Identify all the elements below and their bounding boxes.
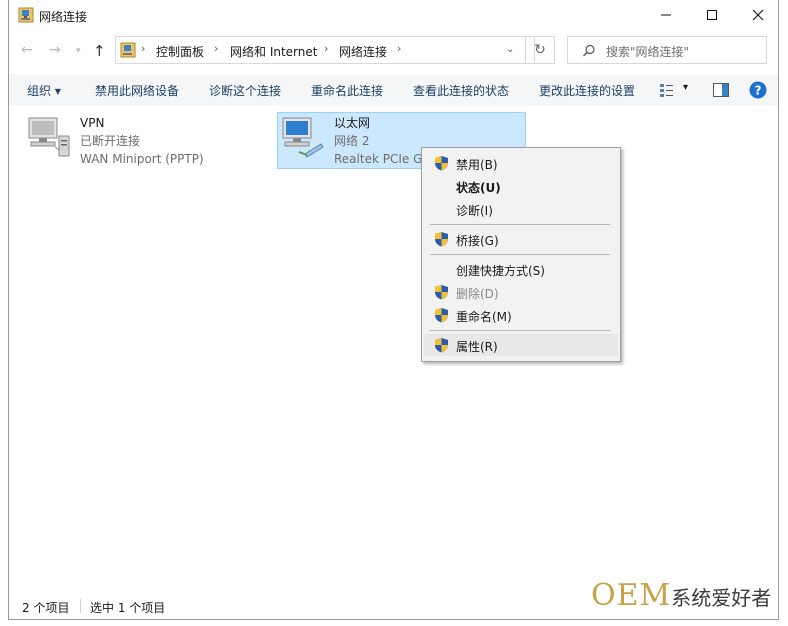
uac-shield-icon xyxy=(435,308,448,323)
menu-item-create-shortcut[interactable]: 创建快捷方式(S) xyxy=(424,258,618,280)
item-count: 2 个项目 xyxy=(22,601,70,615)
back-arrow-icon[interactable]: ← xyxy=(21,42,33,58)
network-folder-icon xyxy=(18,7,34,23)
recent-chevron-down-icon[interactable]: ▾ xyxy=(76,46,81,56)
uac-shield-icon xyxy=(435,338,448,353)
breadcrumb-separator-icon: › xyxy=(141,42,146,55)
breadcrumb-control-panel[interactable]: 控制面板 xyxy=(156,43,204,60)
vpn-computer-icon xyxy=(28,117,70,157)
menu-item-delete: 删除(D) xyxy=(424,281,618,303)
menu-item-diagnose[interactable]: 诊断(I) xyxy=(424,198,618,220)
menu-item-disable[interactable]: 禁用(B) xyxy=(424,152,618,174)
connection-status: 网络 2 xyxy=(334,134,370,148)
connection-device: Realtek PCIe GI xyxy=(334,152,426,166)
up-arrow-icon[interactable]: ↑ xyxy=(93,42,106,60)
menu-separator xyxy=(430,224,610,225)
search-icon xyxy=(583,44,595,57)
menu-label: 禁用(B) xyxy=(456,158,498,172)
menu-separator xyxy=(430,254,610,255)
menu-item-bridge[interactable]: 桥接(G) xyxy=(424,228,618,250)
maximize-icon xyxy=(707,10,717,20)
close-button[interactable] xyxy=(735,0,781,30)
breadcrumb-separator-icon: › xyxy=(324,42,329,55)
menu-label: 状态(U) xyxy=(456,181,501,195)
watermark-text: 系统爱好者 xyxy=(671,586,772,610)
menu-item-rename[interactable]: 重命名(M) xyxy=(424,304,618,326)
uac-shield-icon xyxy=(435,232,448,247)
connection-item-vpn[interactable]: VPN 已断开连接 WAN Miniport (PPTP) xyxy=(25,114,255,166)
minimize-button[interactable] xyxy=(643,0,689,30)
maximize-button[interactable] xyxy=(689,0,735,30)
menu-separator xyxy=(430,330,610,331)
breadcrumb-separator-icon: › xyxy=(214,42,219,55)
view-options-chevron-icon[interactable]: ▾ xyxy=(683,82,688,93)
watermark-logo: OEM系统爱好者 xyxy=(591,578,771,613)
command-bar: 组织 ▾ 禁用此网络设备 诊断这个连接 重命名此连接 查看此连接的状态 更改此连… xyxy=(9,74,778,106)
uac-shield-icon xyxy=(435,285,448,300)
search-box[interactable]: 搜索"网络连接" xyxy=(567,36,767,64)
minimize-icon xyxy=(661,14,671,16)
explorer-window: 网络连接 ← → ▾ ↑ › 控制面板 › 网络和 Internet › 网络连 xyxy=(8,0,779,620)
close-icon xyxy=(752,9,764,21)
context-menu: 禁用(B) 状态(U) 诊断(I) 桥接(G) 创建快捷方式(S) 删除(D) … xyxy=(421,147,621,362)
breadcrumb-network-connections[interactable]: 网络连接 xyxy=(339,43,387,60)
watermark-brand: OEM xyxy=(591,578,672,613)
view-status-button[interactable]: 查看此连接的状态 xyxy=(413,82,509,99)
diagnose-connection-button[interactable]: 诊断这个连接 xyxy=(209,82,281,99)
forward-arrow-icon[interactable]: → xyxy=(49,42,61,58)
selected-count: 选中 1 个项目 xyxy=(90,601,166,615)
menu-label: 删除(D) xyxy=(456,287,499,301)
menu-item-properties[interactable]: 属性(R) xyxy=(424,334,618,356)
breadcrumb-separator-icon: › xyxy=(397,42,402,55)
rename-connection-button[interactable]: 重命名此连接 xyxy=(311,82,383,99)
address-dropdown-chevron-icon[interactable]: ⌄ xyxy=(506,44,514,55)
menu-label: 重命名(M) xyxy=(456,310,512,324)
connection-name: 以太网 xyxy=(334,116,371,130)
svg-text:?: ? xyxy=(755,84,762,98)
window-title: 网络连接 xyxy=(39,10,88,24)
refresh-button[interactable]: ↻ xyxy=(525,36,555,64)
disable-device-button[interactable]: 禁用此网络设备 xyxy=(95,82,179,99)
control-panel-icon xyxy=(120,42,136,58)
help-icon[interactable]: ? xyxy=(749,81,767,99)
ethernet-computer-icon xyxy=(282,117,324,158)
menu-item-status[interactable]: 状态(U) xyxy=(424,175,618,197)
search-placeholder: 搜索"网络连接" xyxy=(606,45,690,59)
address-row: ← → ▾ ↑ › 控制面板 › 网络和 Internet › 网络连接 › ⌄… xyxy=(9,36,778,66)
uac-shield-icon xyxy=(435,156,448,171)
change-view-icon[interactable] xyxy=(659,82,675,98)
menu-label: 属性(R) xyxy=(456,340,498,354)
menu-label: 诊断(I) xyxy=(456,204,493,218)
title-bar: 网络连接 xyxy=(9,0,778,32)
preview-pane-icon[interactable] xyxy=(713,83,729,97)
breadcrumb-network-internet[interactable]: 网络和 Internet xyxy=(230,43,317,60)
refresh-icon: ↻ xyxy=(534,42,546,58)
organize-menu-button[interactable]: 组织 ▾ xyxy=(27,82,61,99)
connection-name: VPN xyxy=(80,116,105,130)
menu-label: 创建快捷方式(S) xyxy=(456,264,545,278)
menu-label: 桥接(G) xyxy=(456,234,499,248)
address-bar[interactable]: › 控制面板 › 网络和 Internet › 网络连接 › ⌄ xyxy=(115,36,535,64)
change-settings-button[interactable]: 更改此连接的设置 xyxy=(539,82,635,99)
connection-device: WAN Miniport (PPTP) xyxy=(80,152,204,166)
connection-status: 已断开连接 xyxy=(80,134,141,148)
status-divider xyxy=(80,599,81,613)
